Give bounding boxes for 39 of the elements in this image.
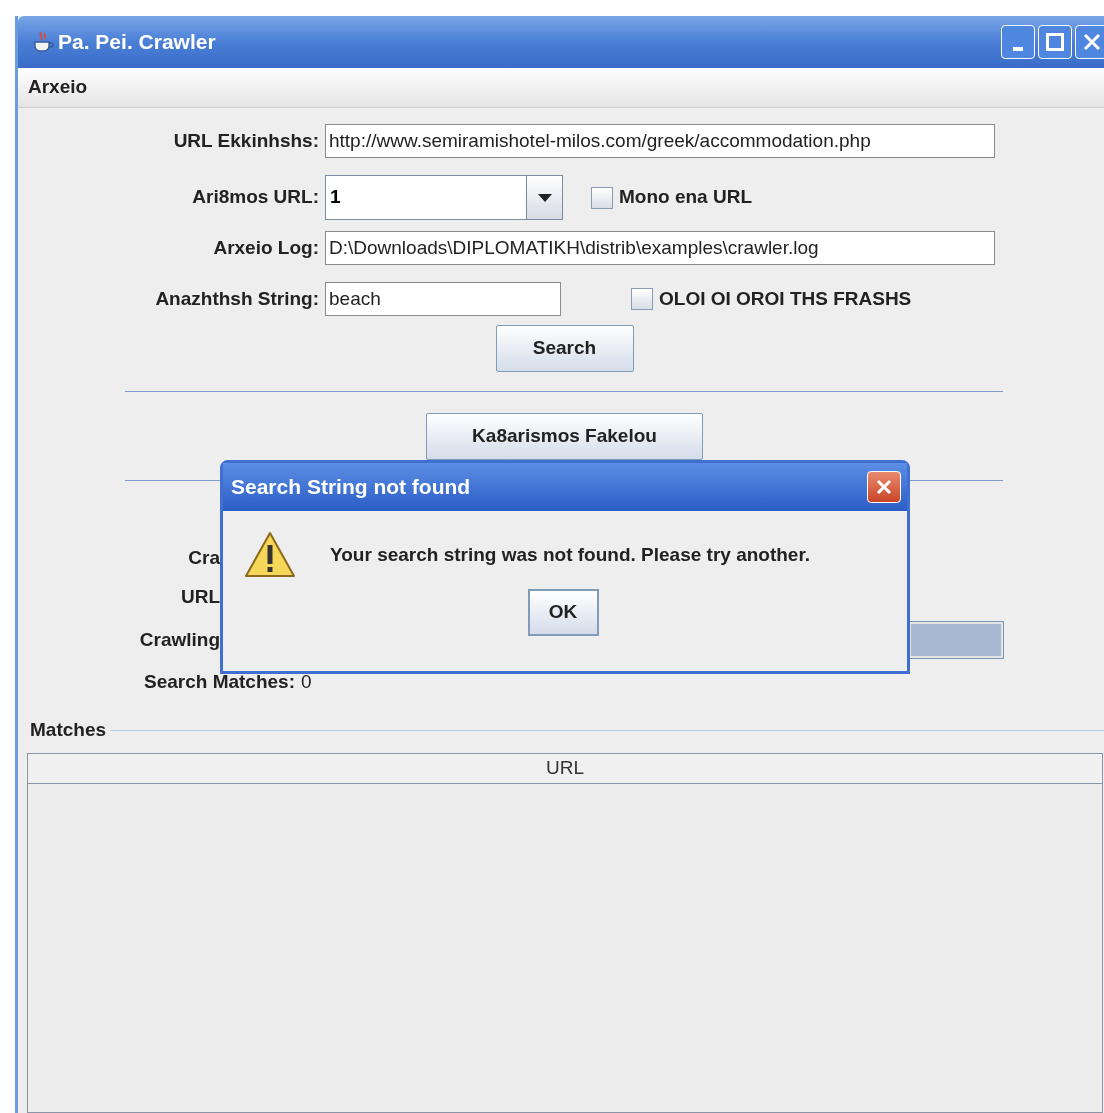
field-label: URL Ekkinhshs:: [172, 128, 320, 153]
caret-icon: [537, 193, 552, 202]
dropdown-arrow-button[interactable]: [526, 176, 562, 219]
dialog-message: Your search string was not found. Please try another.: [330, 542, 811, 567]
checkbox-label: OLOI OI OROI THS FRASHS: [659, 286, 912, 311]
group-title: Matches: [30, 718, 108, 742]
close-button[interactable]: [867, 471, 901, 503]
dialog-title: Search String not found: [231, 474, 471, 501]
status-label: Search Matches:: [144, 669, 295, 694]
clear-folder-button[interactable]: Ka8arismos Fakelou: [426, 413, 703, 460]
ok-button[interactable]: OK: [527, 589, 599, 636]
window-title: Pa. Pei. Crawler: [58, 29, 216, 56]
close-icon: [876, 479, 892, 495]
search-button[interactable]: Search: [495, 325, 634, 372]
dropdown[interactable]: 1: [325, 175, 563, 220]
coffee-cup-icon: [32, 30, 54, 54]
maximize-button[interactable]: [1038, 25, 1072, 59]
close-button[interactable]: [1075, 25, 1104, 59]
text-field[interactable]: http://www.semiramishotel-milos.com/greek/accommodation.php: [325, 124, 995, 158]
checkbox[interactable]: [591, 186, 613, 209]
menu-item[interactable]: Arxeio: [27, 73, 89, 102]
maximize-icon: [1046, 33, 1064, 51]
status-label: Cra: [187, 545, 220, 570]
checkbox-label: Mono ena URL: [619, 185, 752, 210]
field-label: Anazhthsh String:: [154, 286, 320, 311]
checkbox[interactable]: [631, 288, 653, 310]
warning-icon: [244, 531, 296, 579]
text-field[interactable]: D:\Downloads\DIPLOMATIKH\distrib\examples\crawler.log: [325, 231, 995, 265]
minimize-icon: [1013, 47, 1023, 51]
text-field[interactable]: beach: [325, 282, 561, 316]
field-label: Arxeio Log:: [212, 235, 320, 260]
close-icon: [1083, 33, 1101, 51]
status-label: URL: [179, 584, 220, 609]
status-value: 0: [301, 669, 312, 694]
field-label: Ari8mos URL:: [191, 185, 320, 210]
minimize-button[interactable]: [1001, 25, 1035, 59]
dropdown-value: 1: [329, 185, 342, 210]
status-label: Crawling: [138, 627, 220, 652]
column-header[interactable]: URL: [28, 753, 1102, 783]
